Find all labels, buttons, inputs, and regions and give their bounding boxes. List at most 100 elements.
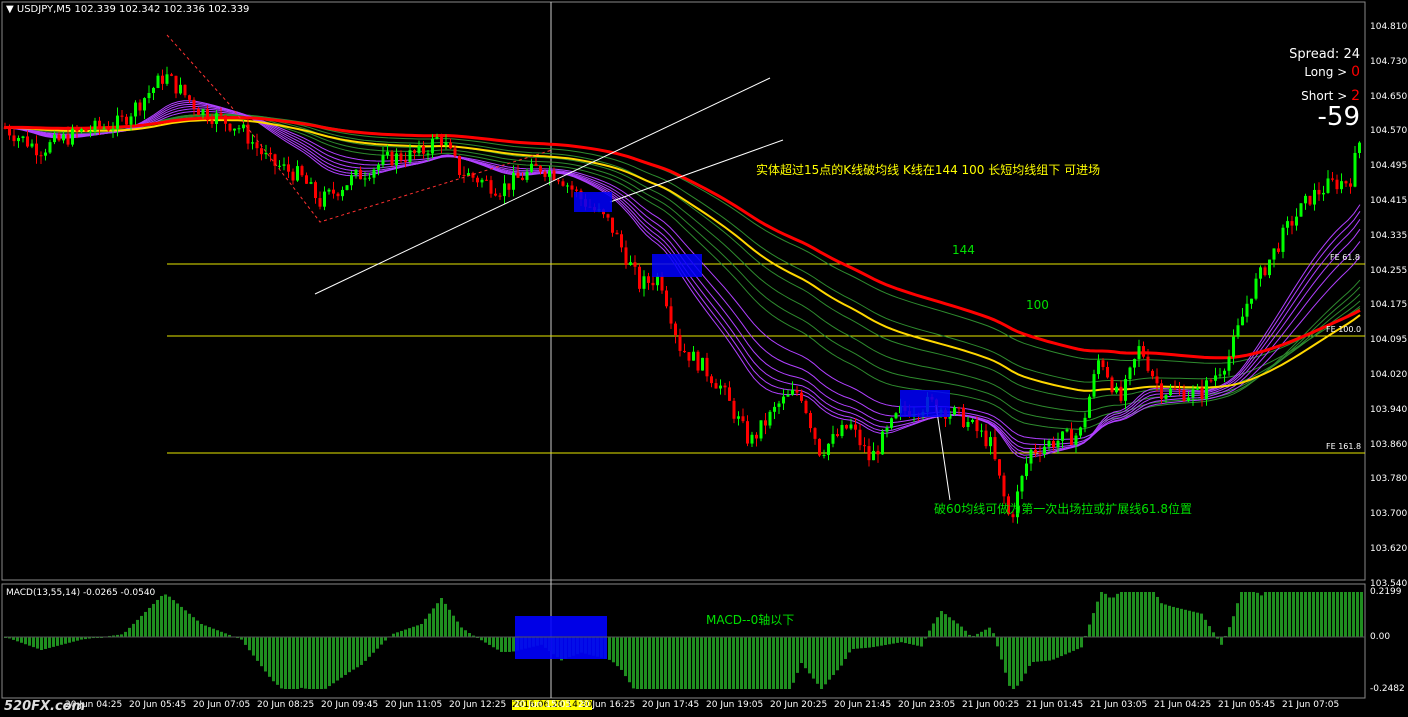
time-tick-label: 20 Jun 09:45 [321, 700, 379, 710]
bear-candle [1178, 389, 1181, 391]
bear-candle [858, 429, 862, 446]
bear-candle [647, 276, 650, 283]
bear-candle [1151, 370, 1154, 377]
macd-bar [916, 637, 919, 646]
macd-bar [484, 637, 487, 643]
bear-candle [170, 74, 173, 76]
bull-candle [309, 182, 313, 184]
bear-candle [696, 351, 700, 371]
macd-bar [764, 637, 767, 689]
macd-bar [632, 637, 635, 689]
time-tick-label: 20 Jun 07:05 [193, 700, 251, 710]
bear-candle [1290, 221, 1294, 226]
bull-candle [381, 155, 385, 165]
bear-candle [683, 350, 686, 353]
macd-bar [436, 603, 439, 637]
bull-candle [1259, 267, 1262, 279]
time-tick-label: 20 Jun 05:45 [129, 700, 187, 710]
macd-bar [880, 637, 883, 646]
bull-candle [759, 420, 763, 439]
macd-bar [276, 637, 279, 685]
bear-candle [413, 150, 416, 154]
bull-candle [323, 191, 326, 207]
macd-bar [608, 637, 611, 660]
chart-window[interactable]: ▼ USDJPY,M5 102.339 102.342 102.336 102.… [0, 0, 1408, 717]
long-value: 0 [1351, 64, 1360, 80]
bull-candle [629, 262, 632, 265]
macd-bar [416, 625, 419, 637]
bull-candle [881, 431, 884, 455]
macd-bar [920, 637, 923, 647]
bull-candle [435, 137, 439, 139]
price-chart[interactable] [0, 0, 1408, 717]
price-tick-label: 104.415 [1370, 196, 1408, 206]
macd-bar [1192, 611, 1195, 637]
time-tick-label: 21 Jun 05:45 [1218, 700, 1276, 710]
bear-candle [206, 109, 209, 121]
signal-box [652, 254, 702, 277]
macd-bar [708, 637, 711, 689]
bear-candle [543, 171, 547, 177]
bull-candle [656, 275, 659, 286]
macd-bar [780, 637, 783, 689]
macd-bar [980, 631, 983, 637]
bull-candle [890, 418, 893, 428]
macd-bar [1308, 592, 1311, 637]
bear-candle [66, 134, 70, 145]
price-tick-label: 103.780 [1370, 474, 1408, 485]
macd-bar [412, 626, 415, 637]
macd-bar [836, 637, 839, 671]
bear-candle [192, 99, 196, 109]
bear-candle [1317, 189, 1321, 195]
exit-box [900, 390, 950, 417]
fe-label-161-8: FE 161.8 [1326, 442, 1362, 451]
macd-bar [1028, 637, 1031, 666]
macd-bar [32, 637, 35, 648]
bear-candle [660, 275, 664, 291]
macd-bar [308, 637, 311, 689]
macd-bar [356, 637, 359, 668]
menu-triangle-icon[interactable]: ▼ [6, 4, 14, 15]
macd-bar [344, 637, 347, 675]
macd-bar [1056, 637, 1059, 658]
bear-candle [710, 376, 713, 384]
bear-candle [746, 421, 749, 444]
macd-bar [928, 630, 931, 637]
bull-candle [701, 357, 704, 371]
bull-candle [44, 152, 47, 156]
macd-bar [144, 611, 147, 637]
macd-bar [812, 637, 815, 679]
bull-candle [831, 434, 835, 444]
macd-bar [992, 633, 995, 637]
bear-candle [291, 171, 295, 181]
macd-note: MACD--0轴以下 [706, 613, 795, 627]
macd-bar [300, 637, 303, 688]
macd-bar [744, 637, 747, 689]
bear-candle [1101, 360, 1105, 367]
bull-candle [251, 142, 254, 144]
bear-candle [624, 247, 628, 265]
macd-bar [1152, 592, 1155, 637]
symbol-header-text: USDJPY,M5 102.339 102.342 102.336 102.33… [16, 4, 250, 15]
exit-note: 破60均线可做为第一次出场拉或扩展线61.8位置 [934, 502, 1192, 516]
macd-bar [1348, 592, 1351, 637]
macd-bar [352, 637, 355, 670]
macd-bar [420, 624, 423, 637]
bear-candle [1052, 440, 1055, 448]
macd-bar [688, 637, 691, 689]
bull-candle [525, 171, 529, 180]
bull-candle [372, 169, 376, 178]
macd-bar [1268, 592, 1271, 637]
bull-candle [17, 137, 20, 142]
macd-bar [1248, 592, 1251, 637]
macd-bar [1132, 592, 1135, 637]
macd-bar [508, 637, 511, 652]
bear-candle [255, 142, 259, 149]
macd-bar [204, 625, 207, 637]
bull-candle [1205, 380, 1208, 399]
macd-bar [724, 637, 727, 689]
bull-candle [1097, 360, 1100, 375]
macd-bar [292, 637, 295, 689]
bear-candle [534, 163, 538, 167]
bull-candle [953, 407, 956, 415]
